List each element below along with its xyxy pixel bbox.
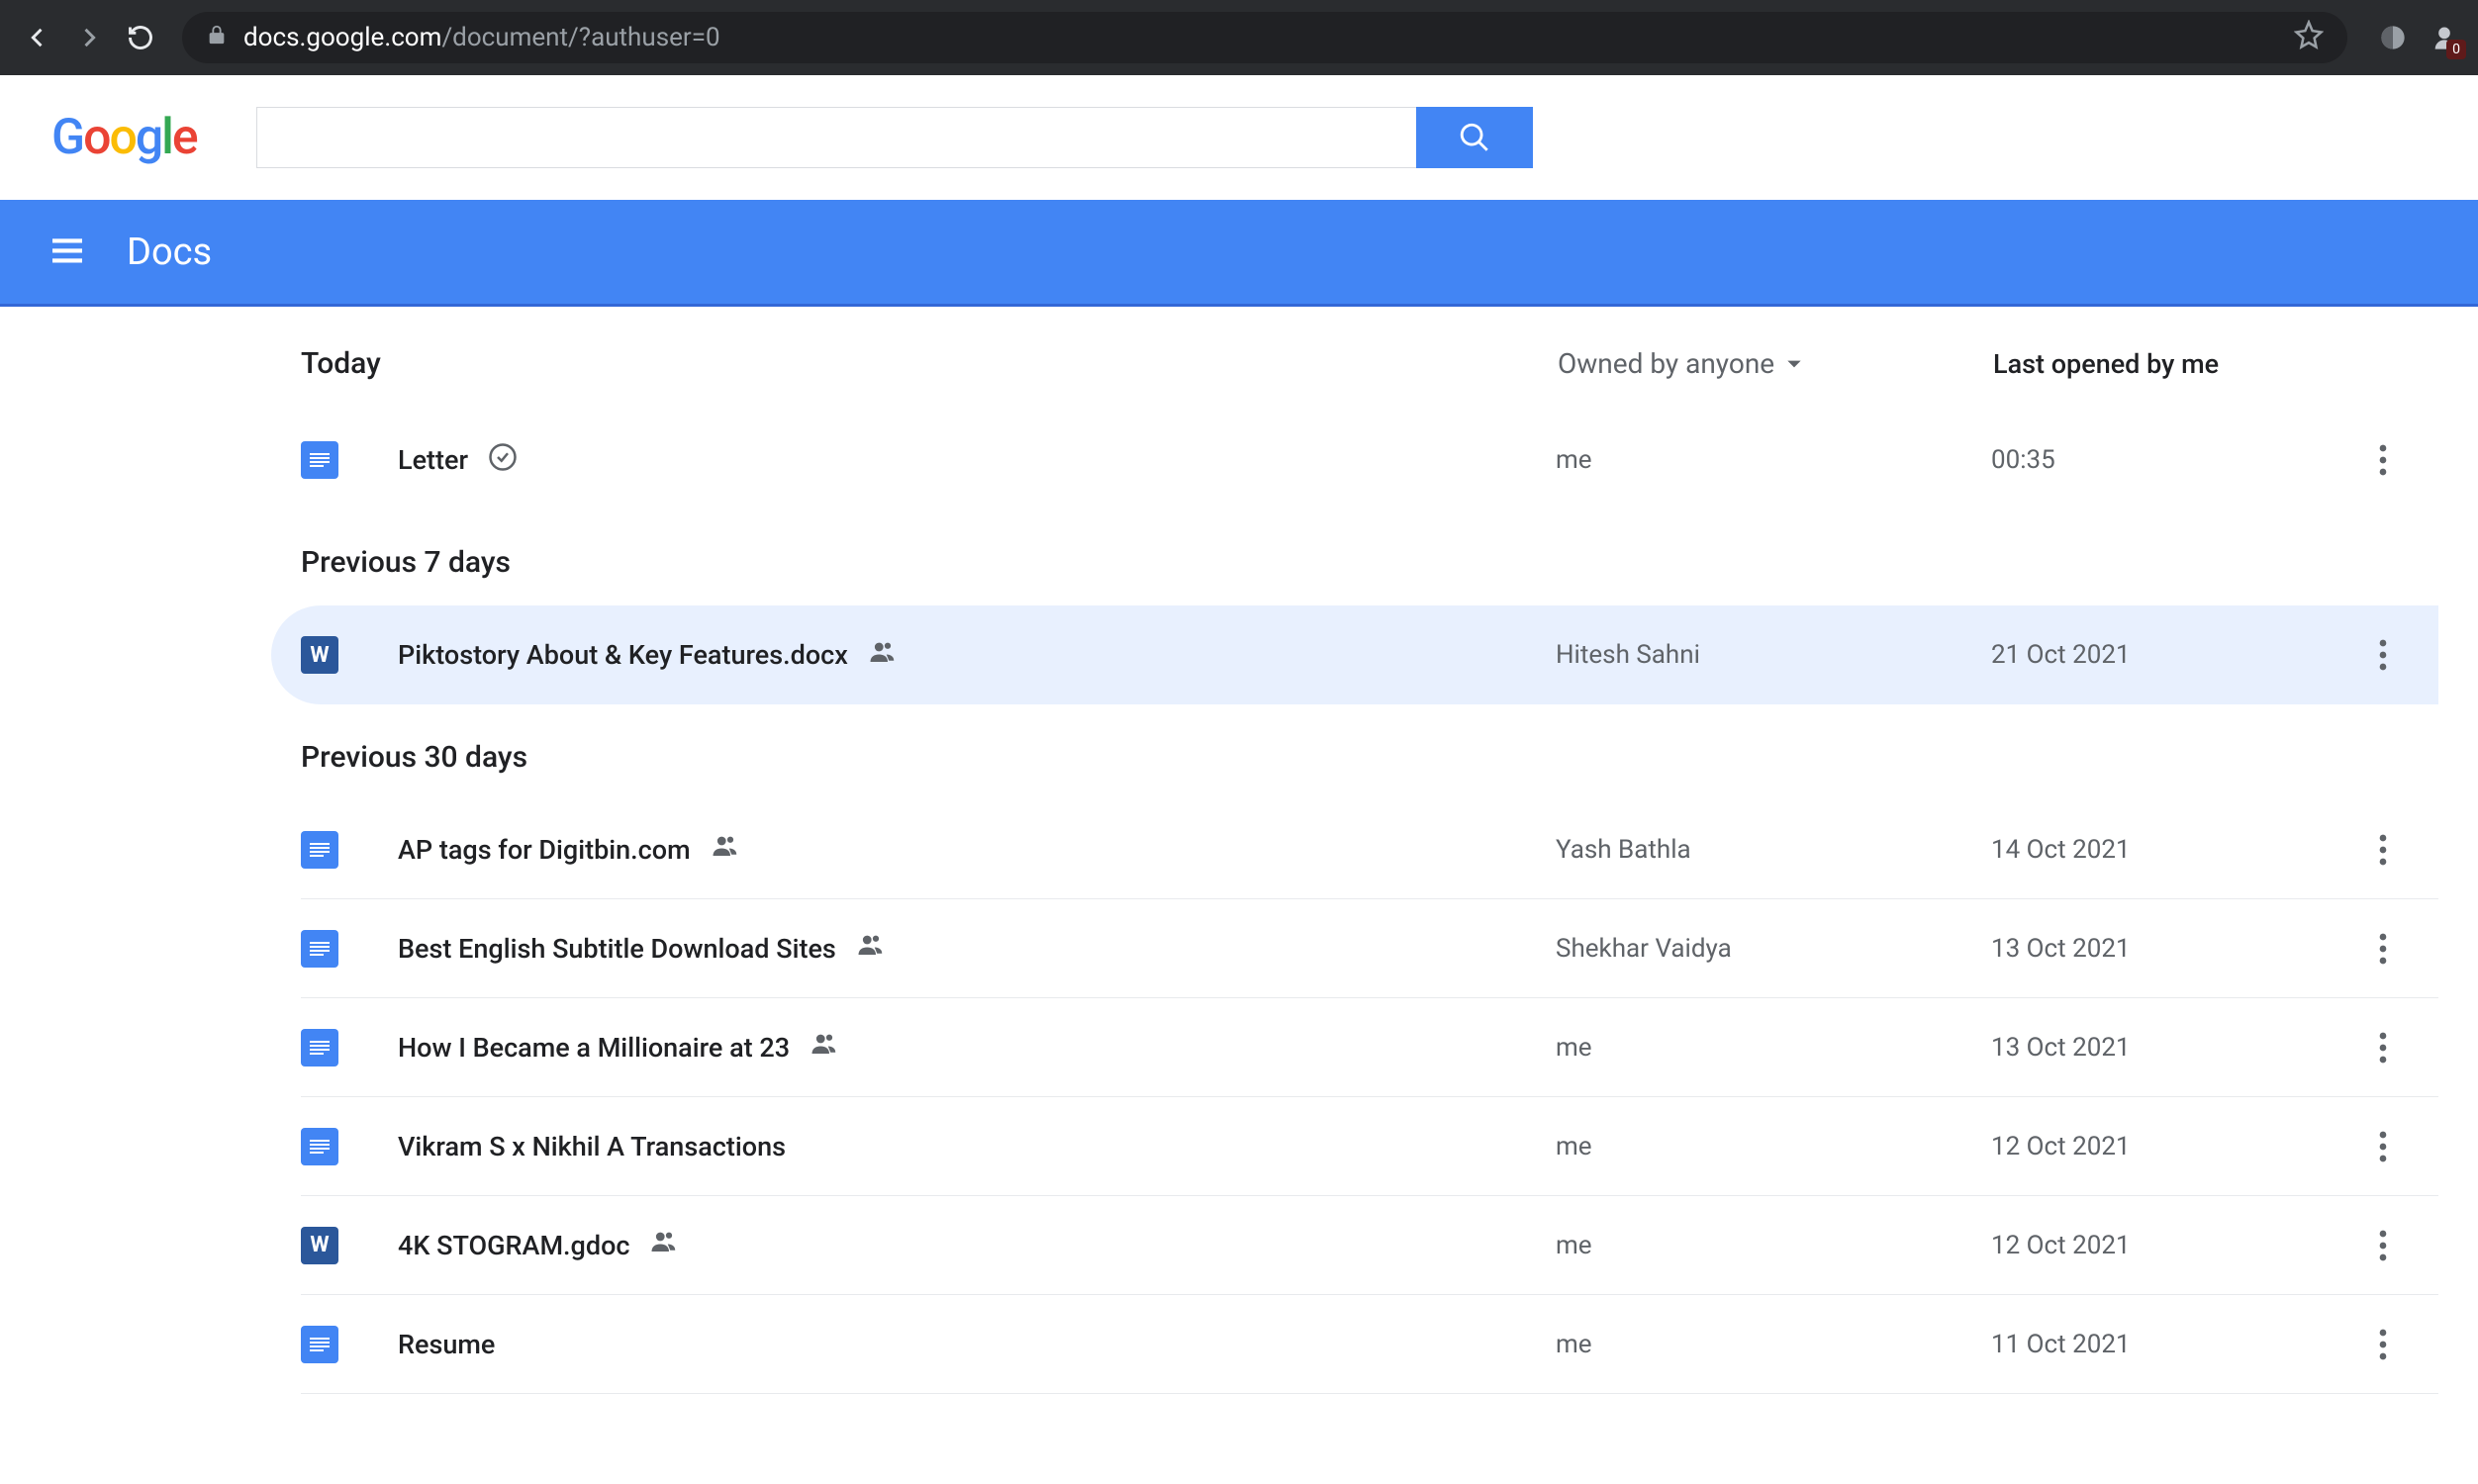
- google-header: Google: [0, 75, 2478, 200]
- offline-available-icon: [488, 442, 518, 479]
- document-owner: Shekhar Vaidya: [1556, 934, 1991, 964]
- hamburger-menu-button[interactable]: [48, 231, 87, 274]
- document-row[interactable]: Letterme00:35: [301, 411, 2438, 510]
- more-actions-button[interactable]: [2367, 834, 2399, 866]
- document-date: 13 Oct 2021: [1991, 1033, 2367, 1063]
- docs-file-icon: [301, 1029, 338, 1067]
- document-date: 12 Oct 2021: [1991, 1231, 2367, 1260]
- shared-icon: [856, 930, 886, 967]
- word-file-icon: W: [301, 636, 338, 674]
- document-owner: me: [1556, 1231, 1991, 1260]
- section-title: Previous 7 days: [301, 510, 2478, 605]
- search-input[interactable]: [256, 107, 1416, 168]
- shared-icon: [711, 831, 740, 868]
- document-row[interactable]: W Piktostory About & Key Features.docxHit…: [271, 605, 2438, 704]
- document-owner: Hitesh Sahni: [1556, 640, 1991, 670]
- docs-file-icon: [301, 441, 338, 479]
- docs-list: TodayOwned by anyoneLast opened by meLet…: [0, 307, 2478, 1394]
- docs-title: Docs: [127, 231, 212, 274]
- address-bar[interactable]: docs.google.com/document/?authuser=0: [182, 12, 2347, 63]
- more-actions-button[interactable]: [2367, 1032, 2399, 1064]
- docs-file-icon: [301, 1326, 338, 1363]
- document-name: 4K STOGRAM.gdoc: [398, 1227, 1556, 1263]
- document-owner: Yash Bathla: [1556, 835, 1991, 865]
- docs-appbar: Docs: [0, 200, 2478, 307]
- more-actions-button[interactable]: [2367, 1230, 2399, 1261]
- extension-icon-1[interactable]: [2375, 20, 2411, 55]
- document-row[interactable]: AP tags for Digitbin.comYash Bathla14 Oc…: [301, 800, 2438, 899]
- document-owner: me: [1556, 1330, 1991, 1359]
- document-name: AP tags for Digitbin.com: [398, 831, 1556, 868]
- more-actions-button[interactable]: [2367, 639, 2399, 671]
- list-header-row: TodayOwned by anyoneLast opened by me: [301, 346, 2438, 411]
- document-owner: me: [1556, 1033, 1991, 1063]
- document-name: Resume: [398, 1329, 1556, 1360]
- document-row[interactable]: Best English Subtitle Download SitesShek…: [301, 899, 2438, 998]
- document-name: Vikram S x Nikhil A Transactions: [398, 1131, 1556, 1162]
- document-name: Letter: [398, 442, 1556, 479]
- section-title: Previous 30 days: [301, 704, 2478, 800]
- document-name: Piktostory About & Key Features.docx: [398, 637, 1556, 674]
- section-title: Today: [301, 346, 1558, 381]
- docs-file-icon: [301, 1128, 338, 1165]
- search-button[interactable]: [1416, 107, 1533, 168]
- document-row[interactable]: W 4K STOGRAM.gdocme12 Oct 2021: [301, 1196, 2438, 1295]
- forward-button[interactable]: [67, 16, 111, 59]
- browser-toolbar: docs.google.com/document/?authuser=0 0: [0, 0, 2478, 75]
- shared-icon: [868, 637, 898, 674]
- owned-by-filter[interactable]: Owned by anyone: [1558, 347, 1993, 380]
- document-owner: me: [1556, 445, 1991, 475]
- document-row[interactable]: How I Became a Millionaire at 23me13 Oct…: [301, 998, 2438, 1097]
- extension-icon-2[interactable]: 0: [2427, 20, 2462, 55]
- document-date: 14 Oct 2021: [1991, 835, 2367, 865]
- more-actions-button[interactable]: [2367, 1131, 2399, 1162]
- more-actions-button[interactable]: [2367, 444, 2399, 476]
- reload-button[interactable]: [119, 16, 162, 59]
- word-file-icon: W: [301, 1227, 338, 1264]
- document-name: How I Became a Millionaire at 23: [398, 1029, 1556, 1066]
- bookmark-star-icon[interactable]: [2294, 20, 2324, 56]
- document-row[interactable]: Resumeme11 Oct 2021: [301, 1295, 2438, 1394]
- docs-file-icon: [301, 831, 338, 869]
- document-date: 21 Oct 2021: [1991, 640, 2367, 670]
- url-path: /document/?authuser=0: [441, 23, 719, 52]
- shared-icon: [810, 1029, 839, 1066]
- back-button[interactable]: [16, 16, 59, 59]
- document-owner: me: [1556, 1132, 1991, 1161]
- docs-file-icon: [301, 930, 338, 968]
- shared-icon: [649, 1227, 679, 1263]
- extension-badge: 0: [2446, 40, 2466, 59]
- document-date: 12 Oct 2021: [1991, 1132, 2367, 1161]
- lock-icon: [206, 23, 228, 52]
- search-icon: [1458, 121, 1491, 154]
- last-opened-header[interactable]: Last opened by me: [1993, 348, 2219, 380]
- url-host: docs.google.com: [243, 23, 441, 52]
- google-logo[interactable]: Google: [51, 109, 197, 166]
- document-name: Best English Subtitle Download Sites: [398, 930, 1556, 967]
- document-date: 11 Oct 2021: [1991, 1330, 2367, 1359]
- search-box: [256, 107, 1533, 168]
- document-date: 13 Oct 2021: [1991, 934, 2367, 964]
- document-date: 00:35: [1991, 445, 2367, 475]
- more-actions-button[interactable]: [2367, 1329, 2399, 1360]
- chevron-down-icon: [1784, 354, 1804, 374]
- document-row[interactable]: Vikram S x Nikhil A Transactionsme12 Oct…: [301, 1097, 2438, 1196]
- more-actions-button[interactable]: [2367, 933, 2399, 965]
